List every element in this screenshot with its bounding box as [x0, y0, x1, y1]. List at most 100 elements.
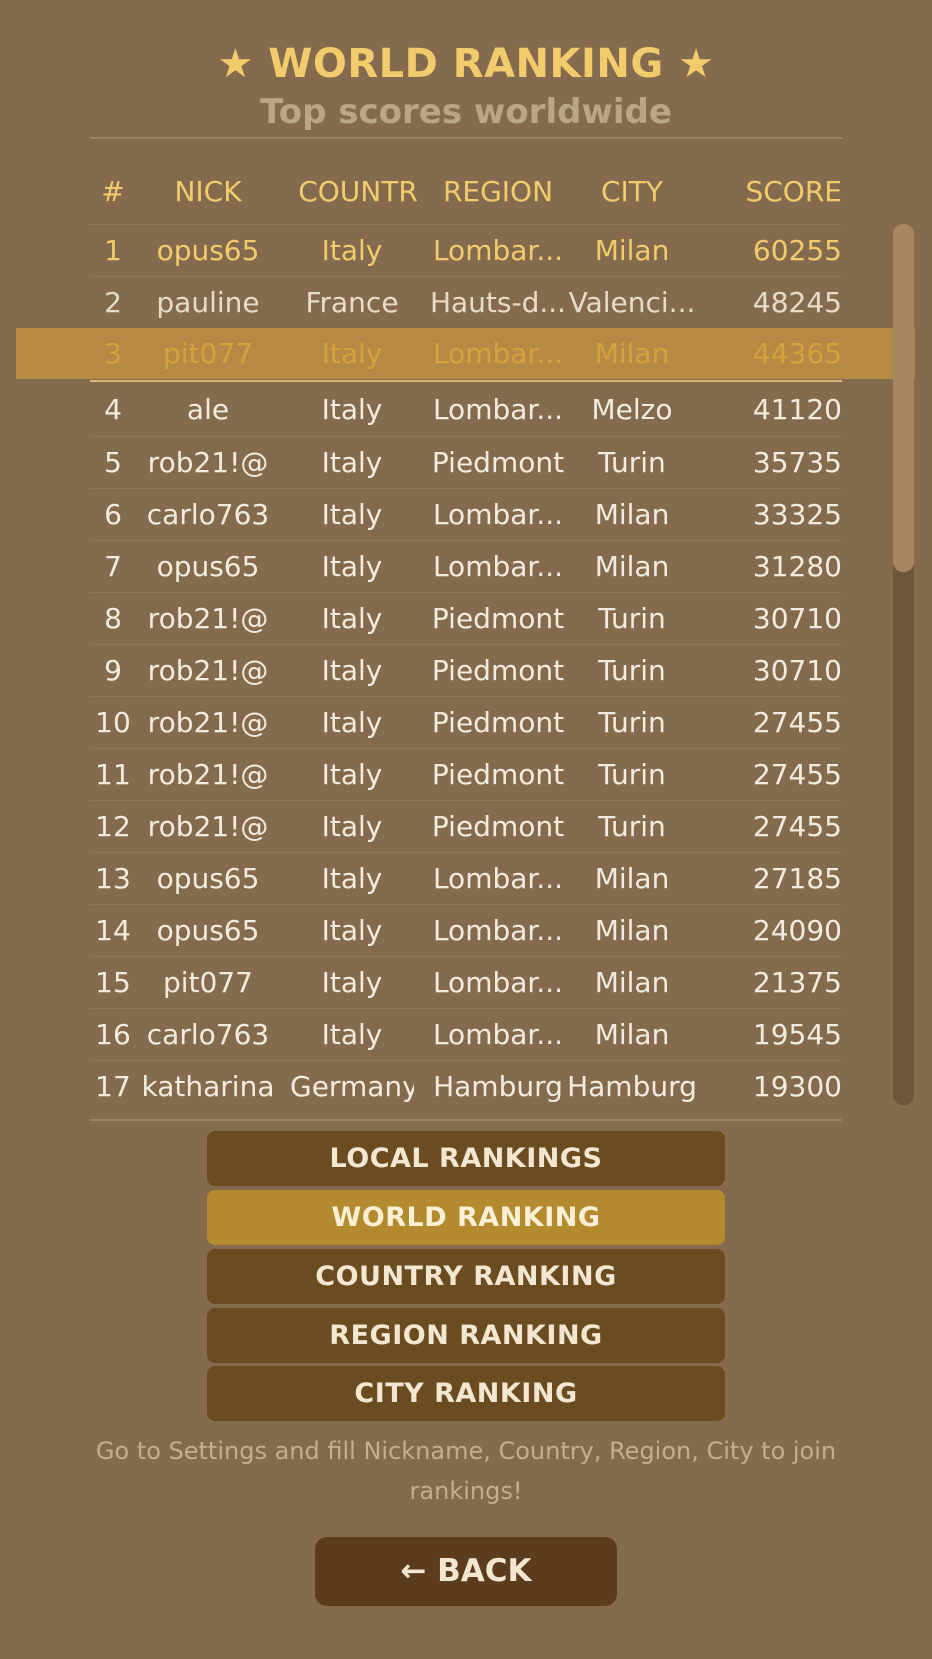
nick-cell: carlo763	[146, 498, 270, 531]
rank-cell: 15	[95, 966, 131, 999]
country-cell: Italy	[321, 862, 383, 895]
score-cell: 27455	[752, 810, 842, 843]
rank-cell: 4	[104, 393, 122, 426]
table-header: # NICK COUNTR REGION CITY SCORE	[90, 166, 842, 218]
rank-cell: 11	[95, 758, 131, 791]
table-row: 6 carlo763 Italy Lombar... Milan 33325	[90, 488, 842, 541]
rank-cell: 3	[104, 337, 122, 370]
col-score-header: SCORE	[745, 175, 842, 208]
table-row: 10 rob21!@ Italy Piedmont Turin 27455	[90, 696, 842, 749]
city-cell: Milan	[594, 862, 670, 895]
city-cell: Milan	[594, 1018, 670, 1051]
col-rank-header: #	[101, 175, 125, 208]
table-row: 7 opus65 Italy Lombar... Milan 31280	[90, 540, 842, 593]
score-cell: 60255	[752, 234, 842, 267]
table-row: 17 katharina Germany Hamburg Hamburg 19300	[90, 1060, 842, 1113]
score-cell: 31280	[752, 550, 842, 583]
region-cell: Hamburg	[433, 1070, 563, 1103]
country-cell: France	[305, 286, 399, 319]
city-cell: Melzo	[591, 393, 673, 426]
rank-cell: 17	[95, 1070, 131, 1103]
col-country-header: COUNTR	[298, 175, 418, 208]
city-cell: Hamburg	[567, 1070, 697, 1103]
country-cell: Italy	[321, 446, 383, 479]
rank-cell: 2	[104, 286, 122, 319]
city-cell: Turin	[598, 602, 666, 635]
nick-cell: opus65	[156, 862, 260, 895]
table-row: 16 carlo763 Italy Lombar... Milan 19545	[90, 1008, 842, 1061]
score-cell: 41120	[752, 393, 842, 426]
region-cell: Lombar...	[432, 498, 564, 531]
rank-cell: 1	[104, 234, 122, 267]
city-cell: Turin	[598, 446, 666, 479]
nick-cell: rob21!@	[147, 706, 269, 739]
page-title: ★ WORLD RANKING ★	[217, 41, 715, 87]
nick-cell: pit077	[163, 966, 253, 999]
region-cell: Lombar...	[432, 550, 564, 583]
city-ranking-button[interactable]: CITY RANKING	[207, 1366, 725, 1421]
divider-bottom	[90, 1119, 842, 1121]
table-row: 13 opus65 Italy Lombar... Milan 27185	[90, 852, 842, 905]
table-row: 1 opus65 Italy Lombar... Milan 60255	[90, 224, 842, 277]
country-cell: Italy	[321, 602, 383, 635]
score-cell: 27455	[752, 706, 842, 739]
region-cell: Piedmont	[431, 654, 565, 687]
rank-cell: 12	[95, 810, 131, 843]
region-cell: Hauts-d...	[429, 286, 567, 319]
nick-cell: opus65	[156, 550, 260, 583]
score-cell: 35735	[752, 446, 842, 479]
city-cell: Milan	[594, 914, 670, 947]
table-row: 8 rob21!@ Italy Piedmont Turin 30710	[90, 592, 842, 645]
nick-cell: carlo763	[146, 1018, 270, 1051]
region-cell: Piedmont	[431, 706, 565, 739]
country-cell: Italy	[321, 550, 383, 583]
score-cell: 24090	[752, 914, 842, 947]
city-cell: Milan	[594, 966, 670, 999]
col-city-header: CITY	[600, 175, 663, 208]
page-subtitle: Top scores worldwide	[260, 92, 672, 132]
score-cell: 19300	[752, 1070, 842, 1103]
rank-cell: 5	[104, 446, 122, 479]
city-cell: Turin	[598, 810, 666, 843]
rank-cell: 7	[104, 550, 122, 583]
table-row: 5 rob21!@ Italy Piedmont Turin 35735	[90, 436, 842, 489]
world-ranking-button[interactable]: WORLD RANKING	[207, 1190, 725, 1245]
table-row: 14 opus65 Italy Lombar... Milan 24090	[90, 904, 842, 957]
city-cell: Turin	[598, 758, 666, 791]
country-cell: Italy	[321, 810, 383, 843]
city-cell: Valenci...	[568, 286, 696, 319]
nick-cell: rob21!@	[147, 446, 269, 479]
country-cell: Germany	[290, 1070, 414, 1103]
table-row: 2 pauline France Hauts-d... Valenci... 48245	[90, 276, 842, 329]
back-button[interactable]: ← BACK	[315, 1537, 617, 1606]
score-cell: 21375	[752, 966, 842, 999]
score-cell: 30710	[752, 602, 842, 635]
scrollbar[interactable]	[893, 224, 914, 1105]
local-rankings-button[interactable]: LOCAL RANKINGS	[207, 1131, 725, 1186]
region-cell: Lombar...	[432, 337, 564, 370]
country-cell: Italy	[321, 654, 383, 687]
region-cell: Lombar...	[432, 393, 564, 426]
region-ranking-button[interactable]: REGION RANKING	[207, 1308, 725, 1363]
city-cell: Milan	[594, 337, 670, 370]
city-cell: Milan	[594, 498, 670, 531]
col-region-header: REGION	[442, 175, 554, 208]
current-player-underline	[90, 380, 842, 382]
scrollbar-thumb[interactable]	[893, 224, 914, 572]
country-ranking-button[interactable]: COUNTRY RANKING	[207, 1249, 725, 1304]
country-cell: Italy	[321, 758, 383, 791]
rank-cell: 9	[104, 654, 122, 687]
region-cell: Piedmont	[431, 810, 565, 843]
nick-cell: opus65	[156, 234, 260, 267]
rank-cell: 16	[95, 1018, 131, 1051]
rank-cell: 13	[95, 862, 131, 895]
region-cell: Lombar...	[432, 234, 564, 267]
divider-top	[90, 137, 842, 139]
rank-cell: 8	[104, 602, 122, 635]
nick-cell: pauline	[156, 286, 260, 319]
city-cell: Turin	[598, 654, 666, 687]
nick-cell: rob21!@	[147, 758, 269, 791]
region-cell: Piedmont	[431, 758, 565, 791]
settings-notice: Go to Settings and fill Nickname, Countr…	[95, 1437, 837, 1505]
country-cell: Italy	[321, 498, 383, 531]
